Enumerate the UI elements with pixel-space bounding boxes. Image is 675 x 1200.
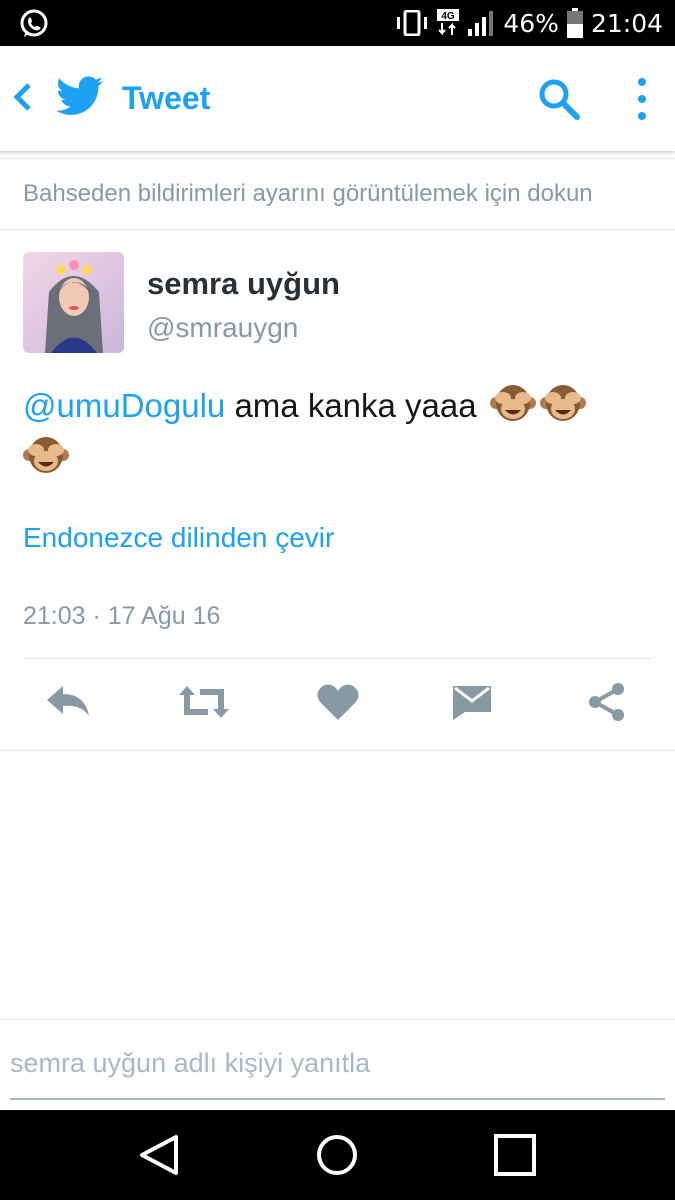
- avatar[interactable]: [23, 252, 124, 353]
- page-title: Tweet: [122, 80, 211, 116]
- author-handle[interactable]: @smrauygn: [147, 312, 298, 344]
- retweet-icon[interactable]: [178, 682, 230, 722]
- reply-icon[interactable]: [45, 682, 91, 722]
- translate-link[interactable]: Endonezce dilinden çevir: [23, 522, 334, 554]
- divider: [0, 750, 675, 751]
- system-nav-bar: [0, 1110, 675, 1200]
- divider: [23, 658, 652, 659]
- tweet-timestamp: 21:03 · 17 Ağu 16: [23, 602, 221, 630]
- share-icon[interactable]: [586, 682, 628, 722]
- like-icon[interactable]: [315, 682, 361, 722]
- see-no-evil-monkey-icon: [539, 385, 586, 421]
- whatsapp-icon: [20, 9, 48, 37]
- mention-link[interactable]: @umuDogulu: [23, 387, 225, 424]
- see-no-evil-monkey-icon: [23, 437, 69, 473]
- nav-recents-icon[interactable]: [493, 1133, 537, 1177]
- clock: 21:04: [590, 8, 663, 38]
- divider: [0, 1019, 675, 1020]
- author-name[interactable]: semra uyğun: [147, 266, 340, 302]
- mention-settings-notice[interactable]: Bahseden bildirimleri ayarını görüntülem…: [23, 180, 593, 208]
- app-bar: Tweet: [0, 46, 675, 151]
- tweet-actions: [0, 668, 675, 740]
- battery-percentage: 46%: [503, 8, 559, 38]
- status-bar: 4G 46% 21:04: [0, 0, 675, 46]
- reply-input[interactable]: semra uyğun adlı kişiyi yanıtla: [10, 1048, 370, 1079]
- see-no-evil-monkey-icon: [489, 385, 536, 421]
- direct-message-icon[interactable]: [451, 682, 493, 722]
- divider: [0, 229, 675, 230]
- tweet-body: ama kanka yaaa: [225, 387, 477, 424]
- battery-icon: [566, 8, 583, 38]
- search-icon[interactable]: [538, 78, 580, 120]
- twitter-bird-icon: [56, 76, 103, 115]
- tweet-text: @umuDogulu ama kanka yaaa: [23, 380, 643, 484]
- more-vert-icon[interactable]: [628, 76, 656, 122]
- reply-input-underline: [10, 1098, 665, 1100]
- nav-back-icon[interactable]: [138, 1133, 182, 1177]
- divider: [0, 158, 675, 159]
- nav-home-icon[interactable]: [315, 1133, 359, 1177]
- signal-icon: [468, 11, 494, 36]
- network-4g-icon: 4G: [437, 9, 460, 36]
- vibrate-icon: [397, 10, 428, 36]
- back-icon[interactable]: [12, 82, 34, 112]
- network-type-label: 4G: [442, 11, 456, 22]
